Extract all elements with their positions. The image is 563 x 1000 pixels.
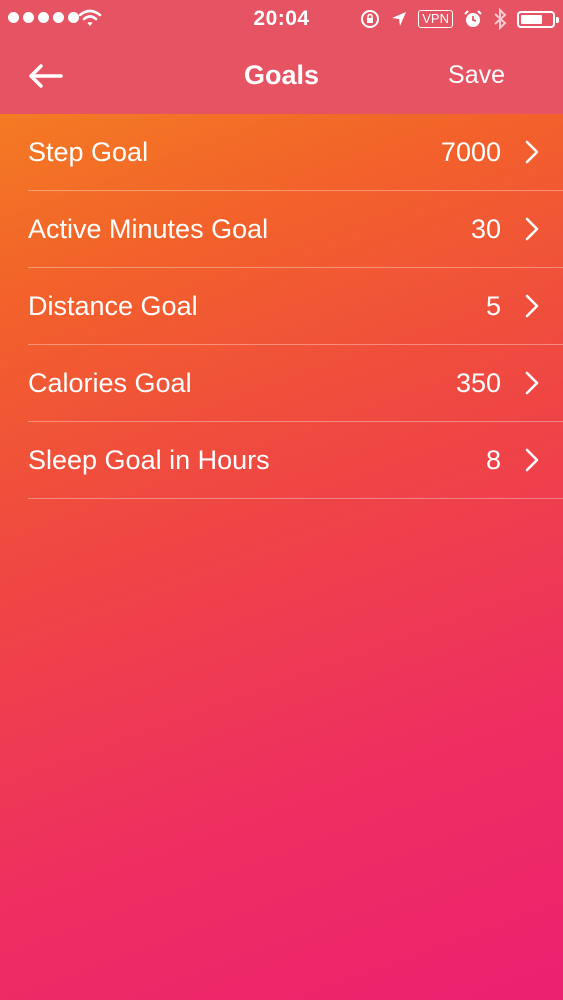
goal-value: 7000 [440,137,501,167]
battery-icon [517,10,559,28]
chevron-right-icon [525,217,539,241]
goal-row-sleep[interactable]: Sleep Goal in Hours 8 [28,422,563,499]
chevron-right-icon [525,294,539,318]
goal-label: Active Minutes Goal [28,214,269,244]
rotation-lock-icon [361,10,380,28]
goal-value: 5 [485,291,501,321]
goal-value: 350 [455,368,501,398]
goal-label: Step Goal [28,137,149,167]
save-button[interactable]: Save [448,61,505,90]
chevron-right-icon [525,448,539,472]
goal-row-step[interactable]: Step Goal 7000 [28,114,563,191]
goals-list: Step Goal 7000 Active Minutes Goal 30 Di… [0,114,563,499]
chevron-right-icon [525,140,539,164]
bluetooth-icon [494,8,507,30]
vpn-badge: VPN [418,10,453,28]
goal-row-distance[interactable]: Distance Goal 5 [28,268,563,345]
goals-screen: 20:04 VPN Goals Save Step Goal 7000 Acti… [0,0,563,1000]
chevron-right-icon [525,371,539,395]
goal-row-active-minutes[interactable]: Active Minutes Goal 30 [28,191,563,268]
battery-level-fill [521,14,542,24]
alarm-icon [464,10,482,27]
goal-row-calories[interactable]: Calories Goal 350 [28,345,563,422]
status-bar: 20:04 VPN [0,0,563,38]
location-icon [392,12,407,26]
navigation-bar: Goals Save [0,38,563,114]
goal-value: 8 [485,445,501,475]
goal-label: Calories Goal [28,368,192,398]
goal-label: Distance Goal [28,291,198,321]
goal-value: 30 [470,214,501,244]
status-icons: VPN [360,7,559,31]
goal-label: Sleep Goal in Hours [28,445,270,475]
